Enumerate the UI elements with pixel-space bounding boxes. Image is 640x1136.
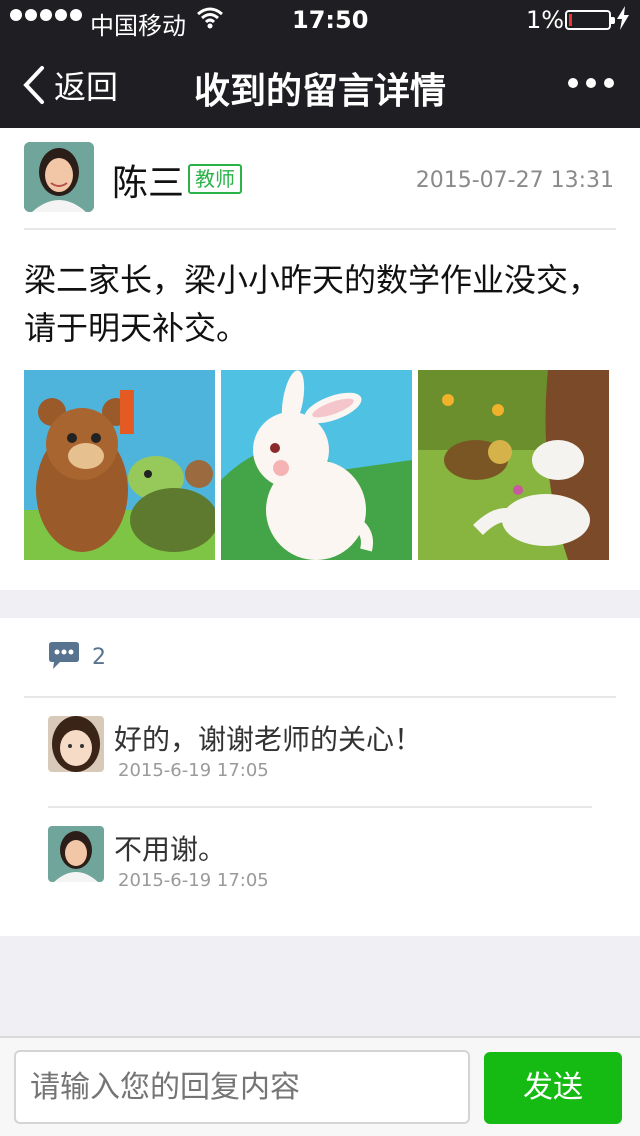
sender-avatar[interactable] — [24, 142, 94, 212]
message-timestamp: 2015-07-27 13:31 — [415, 168, 614, 193]
image-attachments — [24, 370, 609, 560]
comment-summary[interactable]: 2 — [48, 640, 106, 674]
sender-name: 陈三 — [112, 163, 185, 204]
page-title: 收到的留言详情 — [193, 71, 446, 112]
commenter-avatar[interactable] — [48, 716, 104, 772]
battery-percent: 1% — [526, 6, 565, 34]
comment-text: 好的，谢谢老师的关心！ — [114, 723, 423, 756]
message-card: 陈三 教师 2015-07-27 13:31 梁二家长，梁小小昨天的数学作业没交… — [0, 128, 640, 590]
divider — [24, 228, 616, 230]
send-button[interactable]: 发送 — [484, 1052, 622, 1124]
message-body: 梁二家长，梁小小昨天的数学作业没交，请于明天补交。 — [24, 261, 601, 347]
navigation-bar: 返回 收到的留言详情 — [0, 40, 640, 128]
sleeping-rabbit-image[interactable] — [418, 370, 609, 560]
carrier-name: 中国移动 — [90, 12, 186, 40]
comment-time: 2015-6-19 17:05 — [118, 760, 269, 781]
bear-and-turtle-image[interactable] — [24, 370, 215, 560]
status-time: 17:50 — [292, 6, 369, 34]
signal-strength-icon — [10, 9, 82, 21]
charging-icon — [616, 6, 630, 36]
comment-time: 2015-6-19 17:05 — [118, 870, 269, 891]
wifi-icon — [196, 6, 224, 36]
comment-count: 2 — [92, 644, 106, 670]
role-badge: 教师 — [188, 164, 242, 194]
more-dots-icon[interactable] — [568, 78, 614, 88]
reply-bar: 发送 — [0, 1036, 640, 1136]
comment-text: 不用谢。 — [114, 833, 227, 866]
comment-bubble-icon — [48, 640, 80, 674]
status-bar: 中国移动 17:50 1% — [0, 0, 640, 40]
reply-input[interactable] — [14, 1050, 470, 1124]
comments-card: 2 好的，谢谢老师的关心！ 2015-6-19 17:05 不用谢。 2015-… — [0, 618, 640, 936]
comment-item: 好的，谢谢老师的关心！ 2015-6-19 17:05 — [48, 698, 592, 808]
comment-item: 不用谢。 2015-6-19 17:05 — [48, 808, 592, 918]
app-screen: 中国移动 17:50 1% 返回 收到的留言详情 陈三 教师 2015-07-2… — [0, 0, 640, 1136]
rabbit-image[interactable] — [221, 370, 412, 560]
commenter-avatar[interactable] — [48, 826, 104, 882]
battery-icon — [565, 10, 615, 30]
